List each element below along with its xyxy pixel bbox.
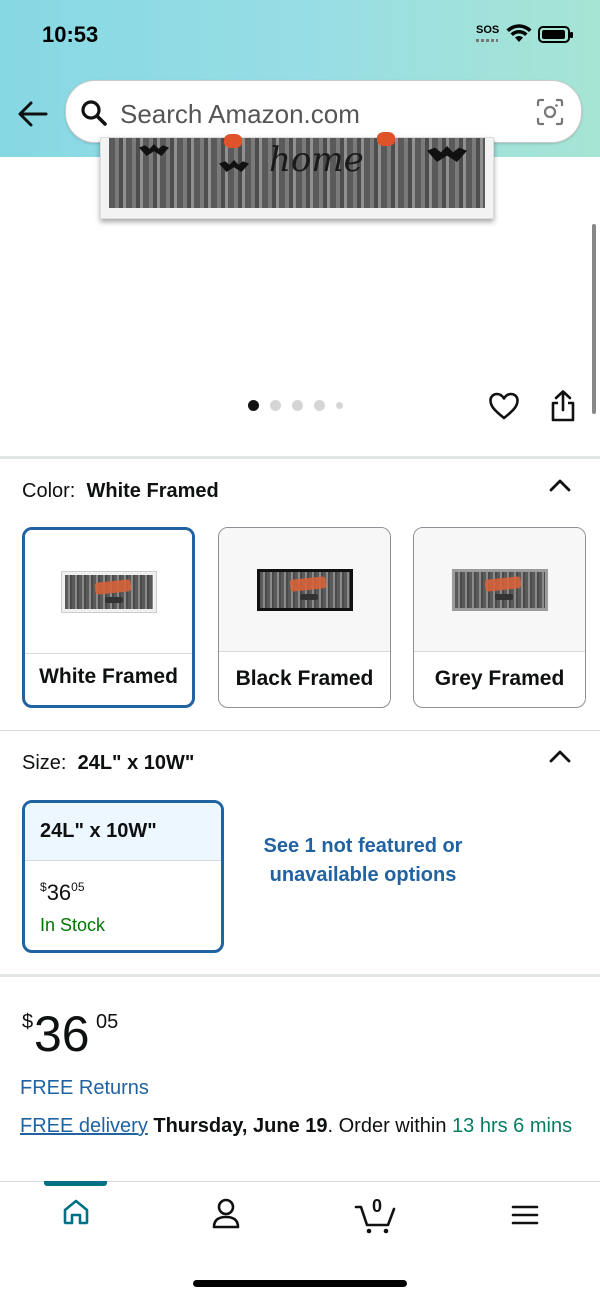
search-bar[interactable]: Search Amazon.com (65, 80, 582, 143)
section-divider (0, 456, 600, 459)
color-option-label: Black Framed (235, 667, 374, 690)
scroll-indicator (592, 224, 596, 414)
search-icon (81, 100, 107, 126)
wifi-icon (506, 24, 532, 42)
free-delivery-link[interactable]: FREE delivery (20, 1115, 148, 1137)
color-thumbnail (219, 528, 390, 652)
chevron-up-icon[interactable] (547, 475, 573, 495)
carousel-dot[interactable] (270, 400, 281, 411)
product-image[interactable]: home (100, 132, 494, 221)
free-returns-link[interactable]: FREE Returns (20, 1077, 149, 1100)
carousel-dot[interactable] (314, 400, 325, 411)
color-option-white-framed[interactable]: White Framed (22, 527, 195, 708)
color-thumbnail (414, 528, 585, 652)
chevron-up-icon[interactable] (547, 746, 573, 766)
color-selection-label: Color: White Framed (22, 480, 219, 502)
carousel-dot[interactable] (292, 400, 303, 411)
delivery-info: FREE delivery Thursday, June 19. Order w… (20, 1111, 580, 1141)
search-input[interactable]: Search Amazon.com (120, 99, 360, 130)
image-carousel-dots[interactable] (248, 400, 343, 411)
carousel-dot[interactable] (248, 400, 259, 411)
carousel-dot[interactable] (336, 402, 343, 409)
size-option-price: $3605 (40, 880, 85, 905)
color-option-label: Grey Framed (434, 667, 565, 690)
camera-scan-icon[interactable] (535, 97, 565, 127)
size-option-label: 24L" x 10W" (25, 803, 221, 861)
see-unavailable-options-link[interactable]: See 1 not featured or unavailable option… (258, 832, 468, 890)
header: 10:53 SOS Search Amazon.com (0, 0, 600, 157)
menu-icon[interactable] (511, 1203, 539, 1227)
nav-active-indicator (44, 1181, 107, 1186)
product-art-text: home (269, 140, 364, 180)
status-bar: 10:53 SOS (0, 20, 600, 52)
back-arrow-icon[interactable] (16, 97, 50, 131)
size-selection-label: Size: 24L" x 10W" (22, 752, 195, 774)
sos-indicator: SOS (476, 24, 500, 36)
size-option-24x10[interactable]: 24L" x 10W" $3605 In Stock (22, 800, 224, 953)
color-option-black-framed[interactable]: Black Framed (218, 527, 391, 708)
status-time: 10:53 (42, 22, 99, 47)
color-option-label: White Framed (39, 665, 178, 688)
color-thumbnail (25, 530, 192, 654)
section-divider (0, 974, 600, 977)
signal-dots (476, 39, 498, 42)
section-divider (0, 730, 600, 731)
delivery-date: Thursday, June 19 (153, 1115, 328, 1137)
stock-status: In Stock (40, 915, 106, 935)
product-artwork: home (109, 132, 485, 208)
product-frame: home (100, 132, 494, 219)
battery-icon (538, 26, 573, 43)
order-countdown: 13 hrs 6 mins (452, 1115, 573, 1137)
home-icon[interactable] (61, 1197, 91, 1227)
cart-button[interactable]: 0 (354, 1195, 398, 1235)
home-indicator (193, 1280, 407, 1287)
order-within-text: . Order within (327, 1115, 447, 1137)
color-option-grey-framed[interactable]: Grey Framed (413, 527, 586, 708)
share-icon[interactable] (549, 389, 577, 423)
account-icon[interactable] (211, 1197, 241, 1229)
heart-icon[interactable] (488, 391, 520, 421)
cart-count: 0 (372, 1196, 383, 1216)
